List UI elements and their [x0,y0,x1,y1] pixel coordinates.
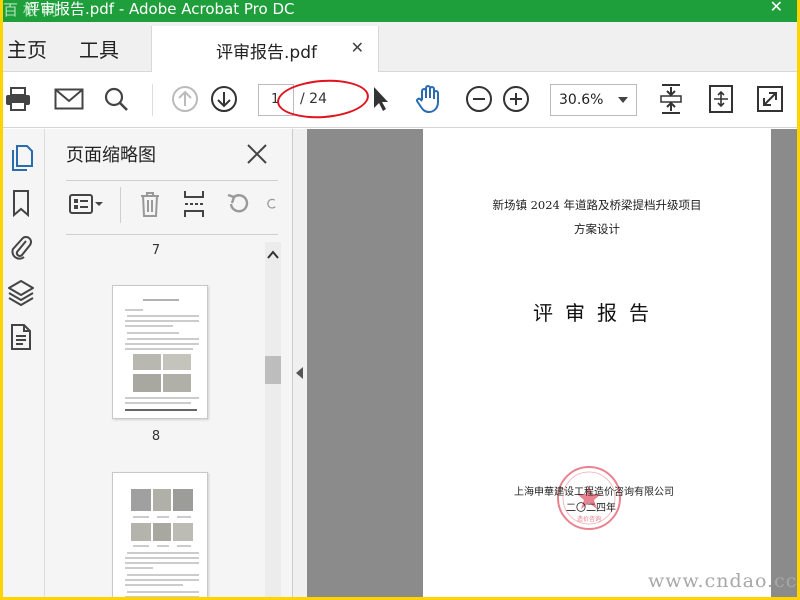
zoom-in-icon[interactable] [501,84,531,114]
hand-tool-icon[interactable] [413,84,443,114]
layers-icon[interactable] [6,277,36,307]
watermark-logo: 百 根 网 [3,1,58,19]
report-title: 评审报告 [533,301,661,325]
panel-divider [66,234,278,235]
panel-title: 页面缩略图 [66,145,156,166]
delete-icon[interactable] [137,189,163,219]
search-icon[interactable] [101,84,131,114]
document-date: 二〇二四年 [566,503,616,514]
tab-tools[interactable]: 工具 [79,34,119,63]
email-icon[interactable] [53,84,85,114]
content-icon[interactable] [6,322,36,352]
rotate-right-icon[interactable] [265,189,279,219]
bookmark-icon[interactable] [6,188,36,218]
thumbnail-page-number: 8 [151,429,161,444]
close-tab-icon[interactable]: ✕ [351,38,364,57]
chevron-down-icon [618,97,628,103]
tab-bar: 主页 工具 评审报告.pdf ✕ [3,22,797,72]
acrobat-window: 百 根 网 评审报告.pdf - Adobe Acrobat Pro DC ✕ … [3,0,797,597]
document-view[interactable]: 新场镇 2024 年道路及桥梁提档升级项目 方案设计 评审报告 造价咨询 上海申… [307,129,797,597]
project-subtitle: 方案设计 [574,222,620,236]
company-seal: 造价咨询 [557,466,621,530]
toolbar-separator [152,84,153,116]
page-thumbnails-icon[interactable] [6,143,36,173]
insert-page-icon[interactable] [181,189,207,219]
print-icon[interactable] [3,84,33,114]
fullscreen-icon[interactable] [755,84,785,114]
project-title: 新场镇 2024 年道路及桥梁提档升级项目 [492,198,702,212]
close-panel-icon[interactable] [244,141,270,167]
fit-page-icon[interactable] [656,84,686,114]
zoom-out-icon[interactable] [464,84,494,114]
select-cursor-icon[interactable] [365,84,395,114]
main-toolbar: 1 / 24 30.6% [3,72,797,128]
page-thumbnail[interactable] [112,285,208,419]
window-close-icon[interactable]: ✕ [770,0,783,16]
site-watermark: www.cndao.cc [648,570,798,592]
thumbnail-page-number: 7 [151,243,161,258]
page-thumbnail[interactable] [112,472,208,597]
title-bar: 百 根 网 评审报告.pdf - Adobe Acrobat Pro DC ✕ [3,0,797,22]
zoom-select[interactable]: 30.6% [550,84,637,116]
scroll-mode-icon[interactable] [706,84,736,114]
panel-divider [66,180,278,181]
svg-text:造价咨询: 造价咨询 [577,515,601,523]
toolbar-separator [120,187,121,223]
document-tab[interactable]: 评审报告.pdf ✕ [151,26,379,72]
zoom-value: 30.6% [559,92,604,108]
collapse-panel-icon[interactable] [296,367,303,379]
scroll-up-icon[interactable] [267,246,279,259]
thumbnail-scrollbar[interactable] [265,242,281,597]
document-tab-label: 评审报告.pdf [216,43,317,63]
left-navigation-rail [3,129,45,597]
tab-home[interactable]: 主页 [7,34,47,63]
next-page-icon[interactable] [209,84,239,114]
prev-page-icon[interactable] [170,84,200,114]
organization-name: 上海申華建设工程造价咨询有限公司 [514,487,674,498]
rotate-left-icon[interactable] [225,189,251,219]
attachment-icon[interactable] [6,232,36,262]
pdf-page: 新场镇 2024 年道路及桥梁提档升级项目 方案设计 评审报告 造价咨询 上海申… [423,129,771,597]
page-thumbnails-panel: 页面缩略图 7 8 [45,129,293,597]
panel-splitter[interactable] [293,129,307,597]
thumbnail-options-icon[interactable] [66,189,106,219]
scrollbar-thumb[interactable] [265,356,281,384]
